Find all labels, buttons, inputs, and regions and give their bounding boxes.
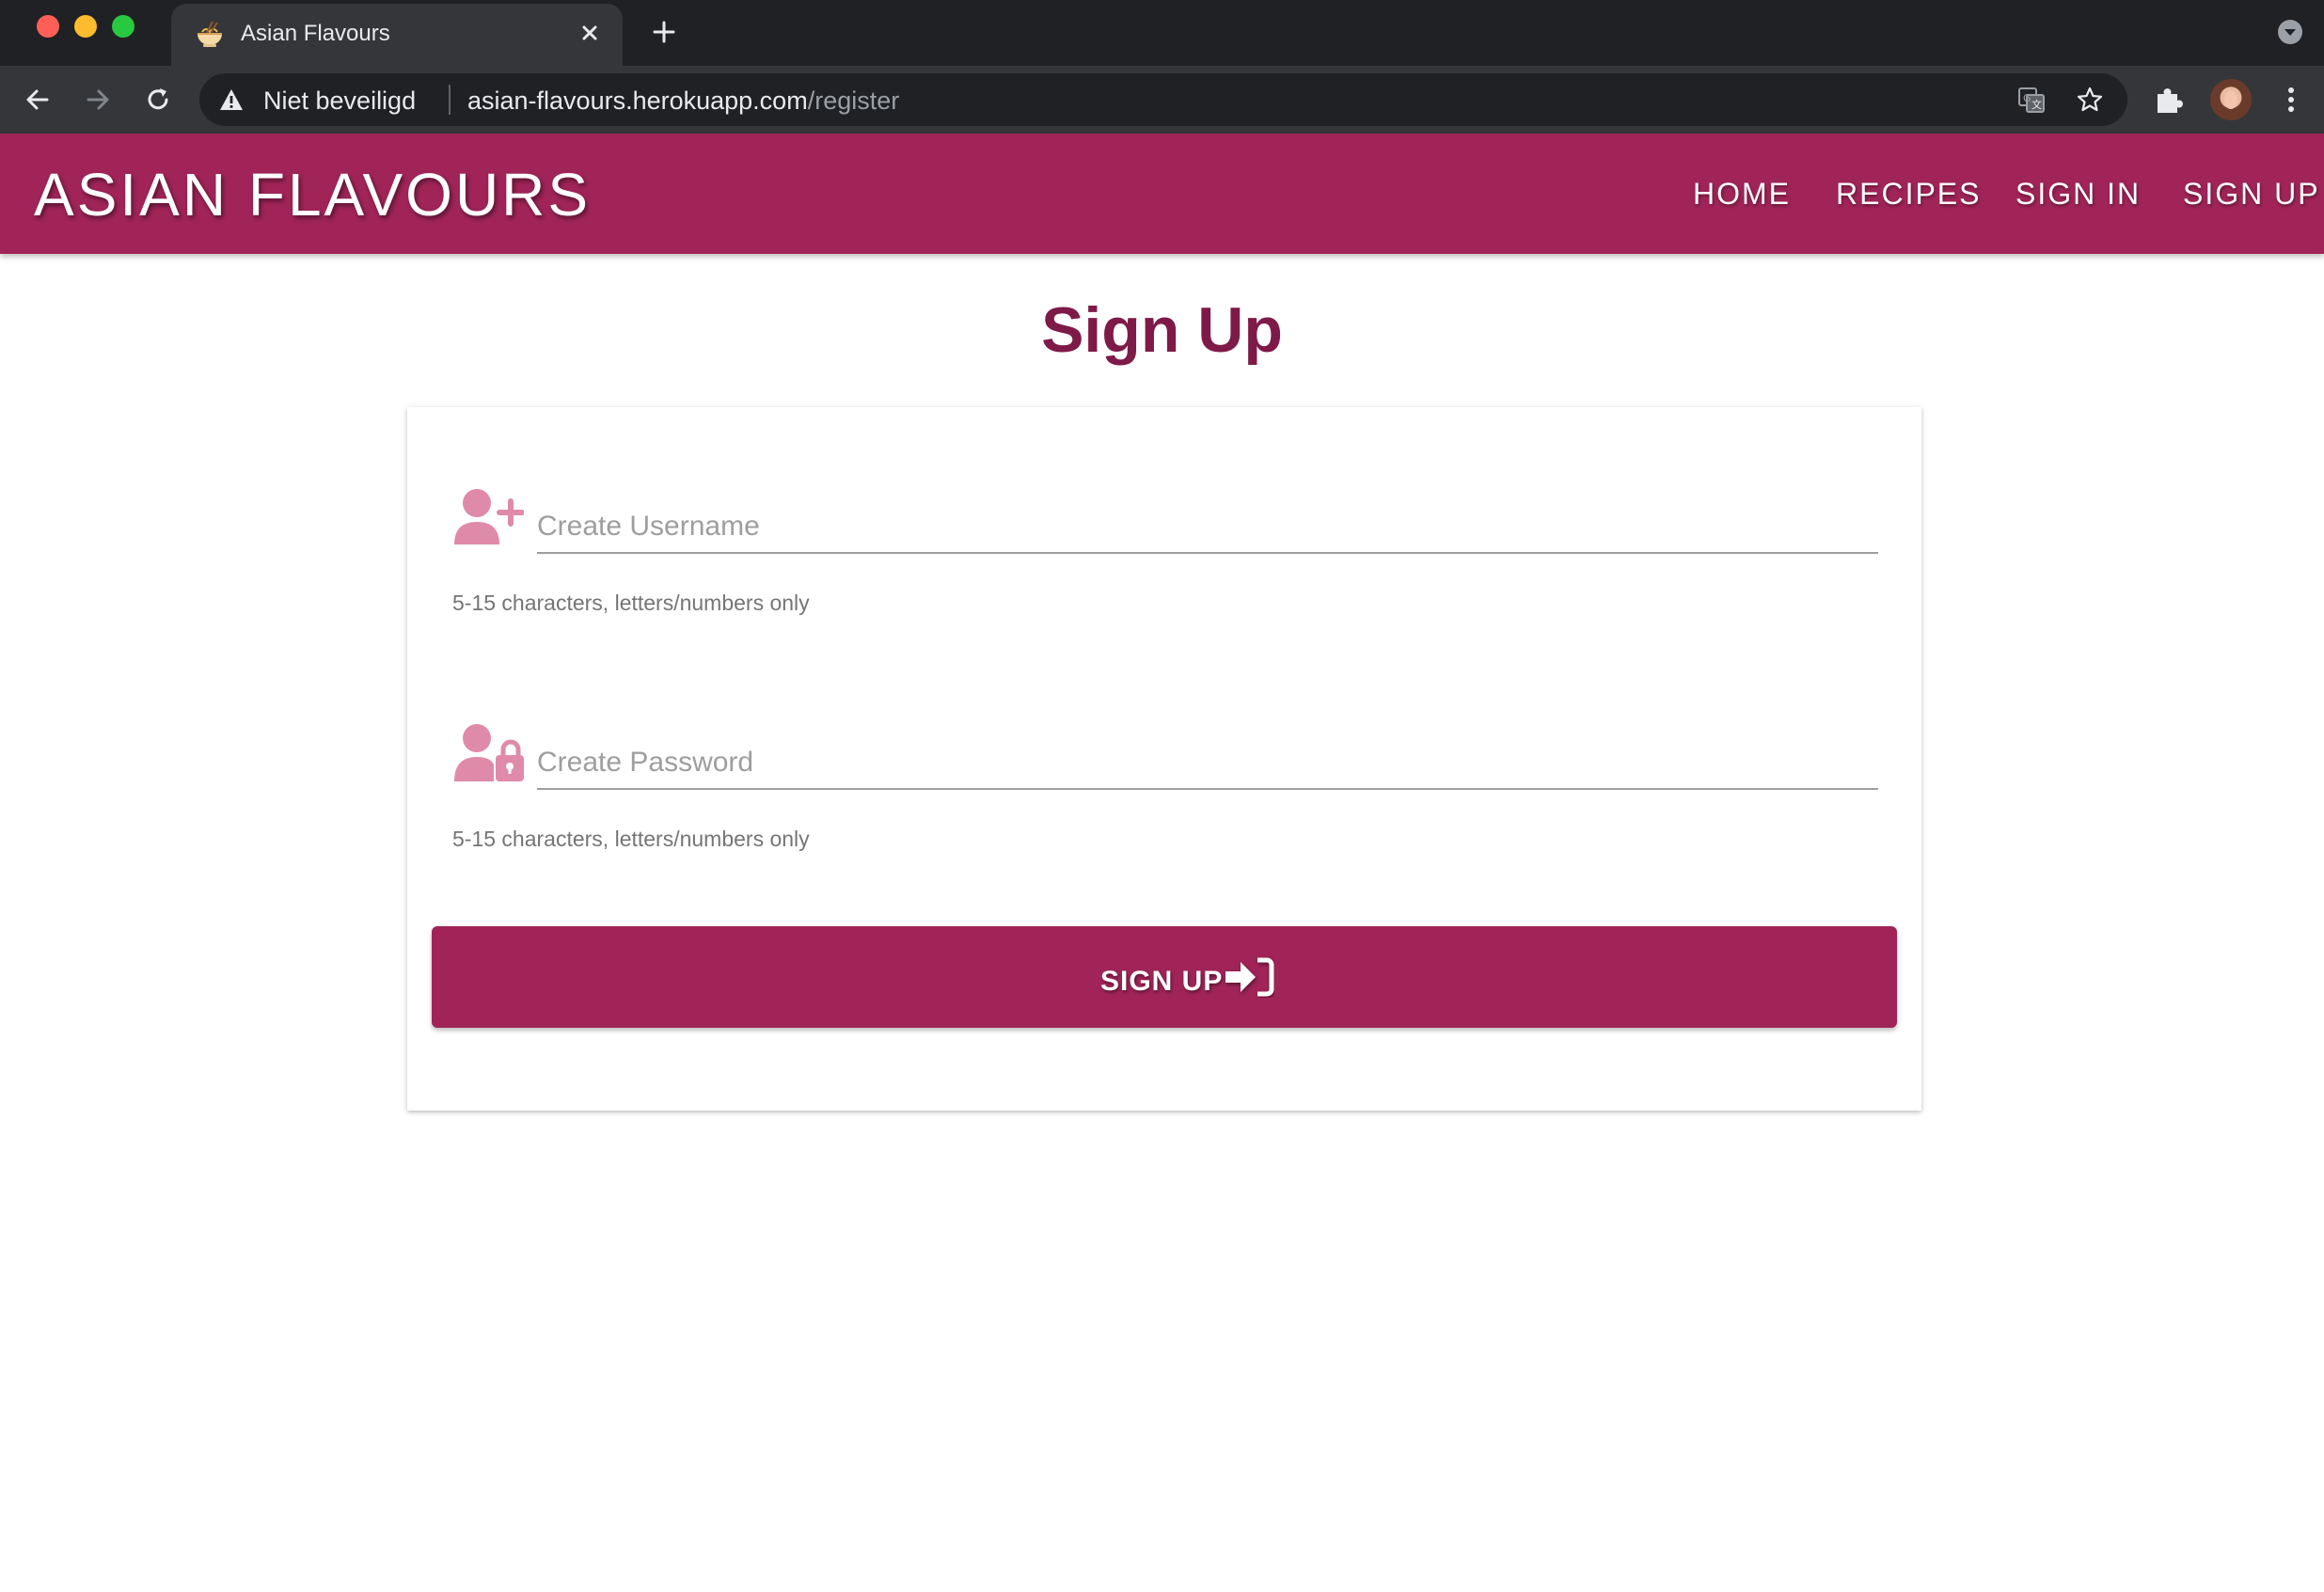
url-separator <box>449 85 451 115</box>
sign-up-button-label: SIGN UP <box>1100 966 1224 997</box>
new-tab-icon[interactable] <box>647 15 681 49</box>
nav-link-sign-up[interactable]: SIGN UP <box>2183 177 2320 212</box>
signup-form-card: 5-15 characters, letters/numbers only 5-… <box>407 407 1921 1111</box>
password-input[interactable] <box>537 728 1878 790</box>
browser-tab-bar: Asian Flavours <box>0 0 2324 66</box>
close-tab-icon[interactable] <box>574 17 606 49</box>
translate-icon[interactable]: G 文 <box>2016 85 2047 115</box>
password-helper-text: 5-15 characters, letters/numbers only <box>452 827 810 851</box>
browser-toolbar: Niet beveiligd asian-flavours.herokuapp.… <box>0 66 2324 134</box>
url-host: asian-flavours.herokuapp.com <box>467 87 808 115</box>
tab-search-icon[interactable] <box>2275 17 2305 47</box>
browser-tab[interactable]: Asian Flavours <box>171 4 623 66</box>
minimize-window-button[interactable] <box>74 15 97 38</box>
svg-text:G: G <box>2023 92 2032 104</box>
user-plus-icon <box>454 489 524 544</box>
page-title: Sign Up <box>1041 294 1283 366</box>
address-bar[interactable]: Niet beveiligd asian-flavours.herokuapp.… <box>199 73 2127 126</box>
brand-logo[interactable]: ASIAN FLAVOURS <box>34 160 591 229</box>
tab-title: Asian Flavours <box>241 21 390 46</box>
more-menu-icon[interactable] <box>2274 83 2308 117</box>
security-label[interactable]: Niet beveiligd <box>263 87 416 116</box>
bookmark-star-icon[interactable] <box>2075 85 2105 115</box>
extensions-puzzle-icon[interactable] <box>2152 83 2186 117</box>
svg-text:文: 文 <box>2032 98 2042 111</box>
nav-link-home[interactable]: HOME <box>1693 177 1791 212</box>
sign-up-button[interactable]: SIGN UP <box>432 926 1897 1028</box>
nav-link-recipes[interactable]: RECIPES <box>1836 177 1981 212</box>
noodle-bowl-icon <box>198 21 222 47</box>
nav-link-sign-in[interactable]: SIGN IN <box>2016 177 2141 212</box>
url-path: /register <box>807 87 900 115</box>
forward-arrow-icon[interactable] <box>81 83 115 117</box>
back-arrow-icon[interactable] <box>21 83 55 117</box>
user-lock-icon <box>454 724 524 781</box>
warning-icon <box>220 89 243 110</box>
close-window-button[interactable] <box>37 15 59 38</box>
username-input[interactable] <box>537 492 1878 554</box>
username-helper-text: 5-15 characters, letters/numbers only <box>452 591 810 615</box>
url-text[interactable]: asian-flavours.herokuapp.com/register <box>467 87 899 116</box>
site-navbar: ASIAN FLAVOURS HOME RECIPES SIGN IN SIGN… <box>0 134 2324 254</box>
sign-in-icon <box>1225 957 1274 997</box>
maximize-window-button[interactable] <box>112 15 134 38</box>
reload-icon[interactable] <box>141 83 175 117</box>
profile-avatar[interactable] <box>2210 79 2252 120</box>
